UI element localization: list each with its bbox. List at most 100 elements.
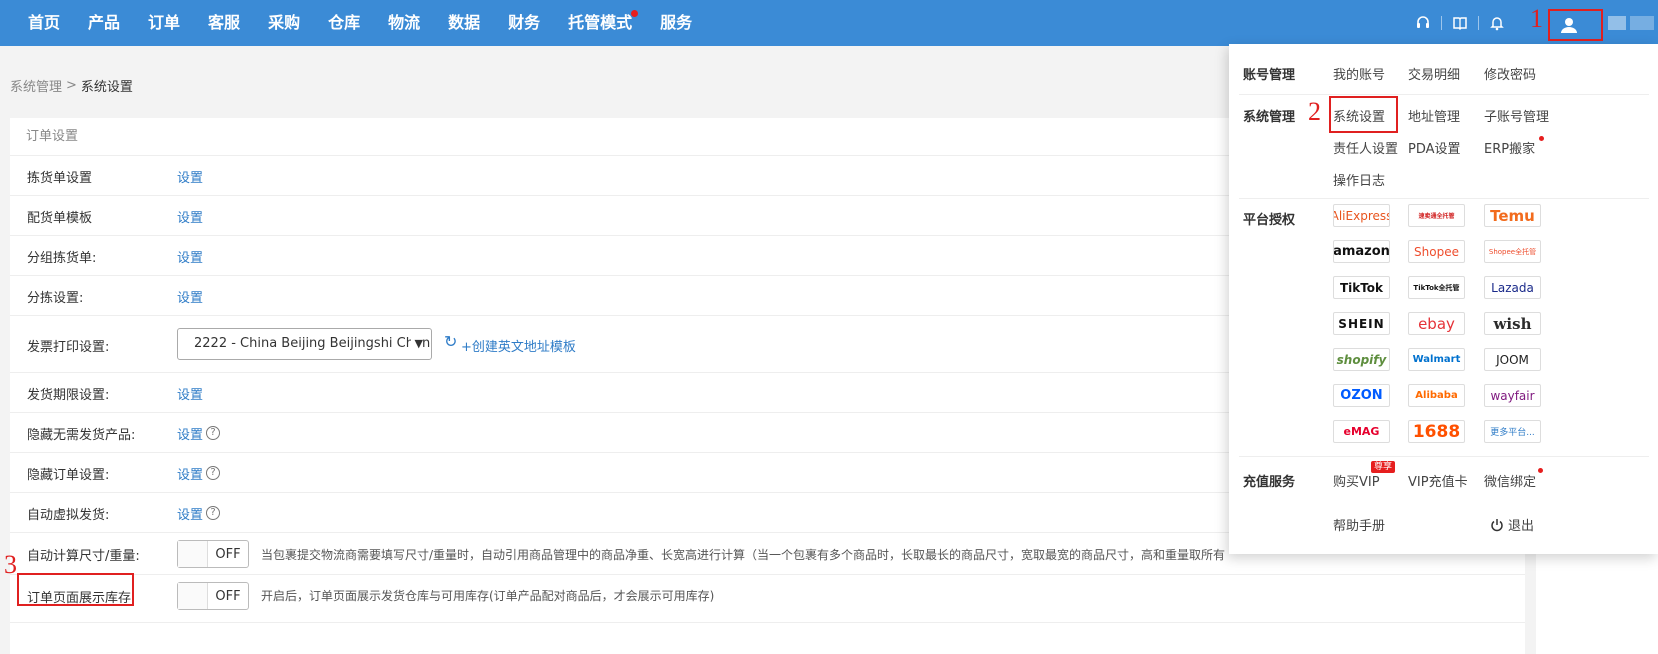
annotation-marker-1: 1 [1530, 4, 1543, 33]
nav-products[interactable]: 产品 [74, 0, 134, 46]
nav-customer-service[interactable]: 客服 [194, 0, 254, 46]
user-icon [1561, 18, 1577, 33]
group-picking-settings-link[interactable]: 设置 [177, 247, 203, 266]
sorting-settings-link[interactable]: 设置 [177, 287, 203, 306]
toggle-knob [178, 541, 208, 567]
logout-button[interactable]: 退出 [1490, 515, 1534, 534]
picking-list-settings-link[interactable]: 设置 [177, 167, 203, 186]
user-avatar-button[interactable] [1548, 9, 1603, 41]
shopee-managed-logo[interactable]: Shopee全托管 [1484, 240, 1541, 263]
breadcrumb-current: 系统设置 [80, 80, 133, 95]
shopify-logo[interactable]: shopify [1333, 348, 1390, 371]
section-title-system: 系统管理 [1243, 110, 1296, 125]
nav-purchase[interactable]: 采购 [254, 0, 314, 46]
setting-label: 自动计算尺寸/重量: [27, 549, 140, 564]
nav-logistics[interactable]: 物流 [374, 0, 434, 46]
logout-label: 退出 [1508, 519, 1535, 534]
wechat-binding-link[interactable]: 微信绑定 [1484, 471, 1536, 490]
setting-label: 发票打印设置: [27, 340, 110, 355]
select-value: 2222 - China Beijing Beijingshi Chang [194, 336, 432, 351]
sub-account-management-link[interactable]: 子账号管理 [1484, 106, 1549, 125]
divider [1239, 456, 1649, 457]
tiktok-logo[interactable]: TikTok [1333, 276, 1390, 299]
divider [1239, 198, 1649, 199]
lazada-logo[interactable]: Lazada [1484, 276, 1541, 299]
erp-migration-link[interactable]: ERP搬家 [1484, 138, 1535, 157]
ship-deadline-settings-link[interactable]: 设置 [177, 384, 203, 403]
breadcrumb: 系统管理 > 系统设置 [10, 76, 133, 95]
operation-log-link[interactable]: 操作日志 [1333, 170, 1385, 189]
auto-virtual-ship-settings-link[interactable]: 设置 [177, 504, 203, 523]
notification-dot [1539, 136, 1544, 141]
ozon-logo[interactable]: OZON [1333, 384, 1390, 407]
top-icon-group [1405, 0, 1515, 46]
aliexpress-logo[interactable]: AliExpress [1333, 204, 1390, 227]
buy-vip-link[interactable]: 购买VIP [1333, 471, 1380, 490]
wish-logo[interactable]: wish [1484, 312, 1541, 335]
1688-logo[interactable]: 1688 [1408, 420, 1465, 443]
highlight-box-system-settings [1329, 96, 1398, 133]
setting-label: 拣货单设置 [27, 171, 93, 186]
help-manual-link[interactable]: 帮助手册 [1333, 515, 1385, 534]
wayfair-logo[interactable]: wayfair [1484, 384, 1541, 407]
alibaba-logo[interactable]: Alibaba [1408, 384, 1465, 407]
create-english-address-template-link[interactable]: +创建英文地址模板 [461, 336, 576, 355]
book-icon[interactable] [1442, 0, 1478, 46]
temu-logo[interactable]: Temu [1484, 204, 1541, 227]
highlight-box-show-stock [17, 573, 134, 606]
vip-recharge-card-link[interactable]: VIP充值卡 [1408, 471, 1468, 490]
bell-icon[interactable] [1479, 0, 1515, 46]
refresh-icon[interactable]: ↻ [444, 332, 457, 351]
shein-logo[interactable]: SHEIN [1333, 312, 1390, 335]
address-management-link[interactable]: 地址管理 [1408, 106, 1460, 125]
setting-row-show-stock: 订单页面展示库存: OFF 开启后，订单页面展示发货仓库与可用库存(订单产品配对… [10, 575, 1525, 623]
section-title-account: 账号管理 [1243, 68, 1296, 83]
chevron-down-icon: ▼ [410, 329, 423, 359]
breadcrumb-separator: > [66, 78, 77, 93]
annotation-marker-3: 3 [4, 550, 17, 579]
nav-services[interactable]: 服务 [646, 0, 706, 46]
notification-dot [1538, 468, 1543, 473]
hide-order-settings-link[interactable]: 设置 [177, 464, 203, 483]
setting-label: 分组拣货单: [27, 251, 97, 266]
address-template-select[interactable]: 2222 - China Beijing Beijingshi Chang ▼ [177, 328, 432, 360]
help-icon[interactable]: ? [206, 506, 220, 520]
show-stock-description: 开启后，订单页面展示发货仓库与可用库存(订单产品配对商品后，才会展示可用库存) [261, 589, 715, 603]
section-title-recharge: 充值服务 [1243, 475, 1296, 490]
transactions-link[interactable]: 交易明细 [1408, 64, 1460, 83]
pda-settings-link[interactable]: PDA设置 [1408, 138, 1461, 157]
joom-logo[interactable]: JOOM [1484, 348, 1541, 371]
walmart-logo[interactable]: Walmart [1408, 348, 1465, 371]
tiktok-managed-logo[interactable]: TikTok全托管 [1408, 276, 1465, 299]
user-dropdown-menu: 账号管理 我的账号 交易明细 修改密码 系统管理 系统设置 地址管理 子账号管理… [1229, 44, 1658, 554]
packing-template-settings-link[interactable]: 设置 [177, 207, 203, 226]
nav-finance[interactable]: 财务 [494, 0, 554, 46]
nav-hosting-mode[interactable]: 托管模式 [554, 0, 646, 46]
help-icon[interactable]: ? [206, 466, 220, 480]
setting-label: 隐藏无需发货产品: [27, 428, 136, 443]
responsible-person-link[interactable]: 责任人设置 [1333, 138, 1398, 157]
more-platforms-link[interactable]: 更多平台... [1484, 420, 1541, 443]
auto-calc-toggle[interactable]: OFF [177, 540, 249, 568]
aliexpress-managed-logo[interactable]: 速卖通全托管 [1408, 204, 1465, 227]
nav-orders[interactable]: 订单 [134, 0, 194, 46]
main-nav: 首页 产品 订单 客服 采购 仓库 物流 数据 财务 托管模式 服务 [14, 0, 706, 46]
breadcrumb-parent[interactable]: 系统管理 [10, 76, 62, 95]
shopee-logo[interactable]: Shopee [1408, 240, 1465, 263]
my-account-link[interactable]: 我的账号 [1333, 64, 1385, 83]
nav-data[interactable]: 数据 [434, 0, 494, 46]
emag-logo[interactable]: eMAG [1333, 420, 1390, 443]
nav-home[interactable]: 首页 [14, 0, 74, 46]
hide-no-ship-settings-link[interactable]: 设置 [177, 424, 203, 443]
show-stock-toggle[interactable]: OFF [177, 582, 249, 610]
divider [1239, 94, 1649, 95]
toggle-state: OFF [215, 546, 241, 562]
annotation-marker-2: 2 [1308, 97, 1321, 126]
top-nav-bar: 首页 产品 订单 客服 采购 仓库 物流 数据 财务 托管模式 服务 [0, 0, 1658, 46]
nav-warehouse[interactable]: 仓库 [314, 0, 374, 46]
amazon-logo[interactable]: amazon [1333, 240, 1390, 263]
headset-icon[interactable] [1405, 0, 1441, 46]
ebay-logo[interactable]: ebay [1408, 312, 1465, 335]
help-icon[interactable]: ? [206, 426, 220, 440]
change-password-link[interactable]: 修改密码 [1484, 64, 1536, 83]
